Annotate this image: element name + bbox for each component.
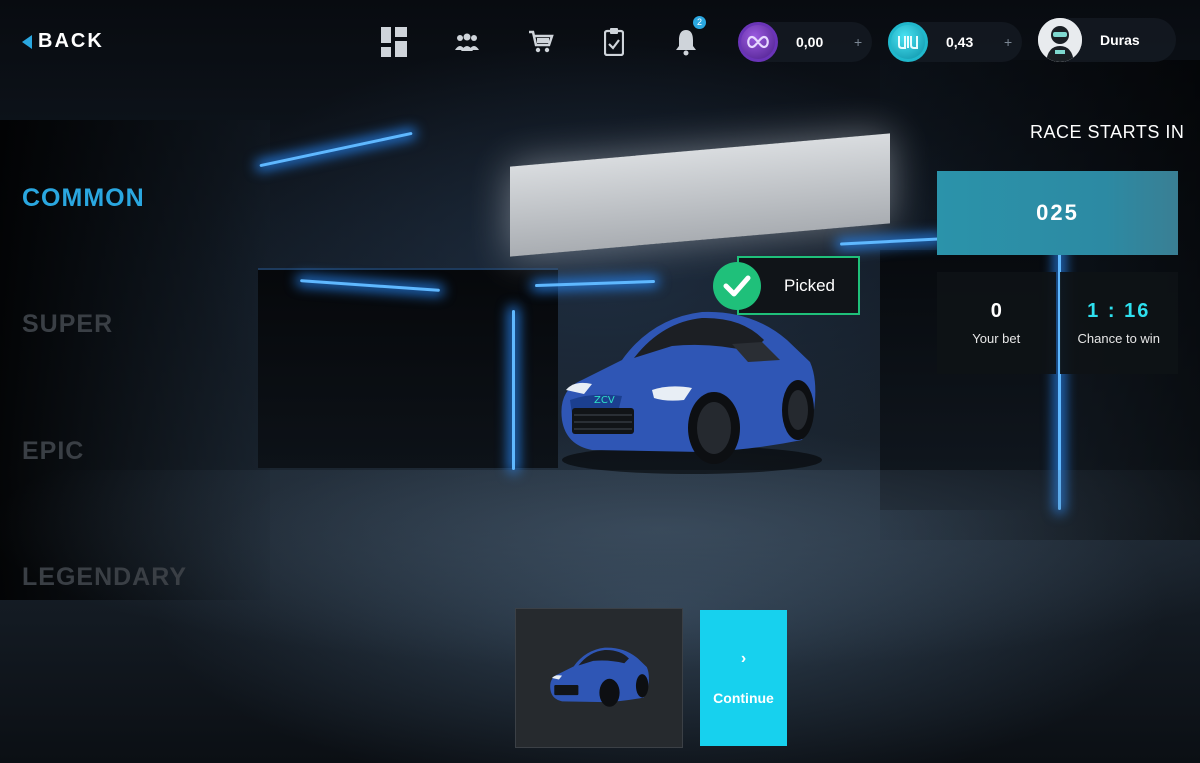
selected-car: ZCV [552, 300, 822, 480]
svg-text:ZCV: ZCV [594, 395, 615, 406]
neon-strip [259, 131, 413, 168]
bell-icon[interactable]: 2 [668, 16, 706, 60]
back-arrow-icon [22, 34, 32, 49]
continue-label: Continue [713, 690, 774, 706]
car-thumbnail[interactable] [515, 608, 683, 748]
dashboard-icon[interactable] [376, 24, 412, 60]
chance-value: 1 : 16 [1087, 300, 1151, 322]
race-countdown-box: 025 [937, 171, 1178, 255]
picked-label: Picked [783, 275, 836, 295]
your-bet-label: Your bet [972, 331, 1021, 346]
rarity-legendary[interactable]: LEGENDARY [22, 563, 187, 592]
your-bet-stat: 0 Your bet [937, 272, 1056, 374]
back-label: BACK [38, 30, 104, 52]
add-funds-button[interactable]: + [854, 34, 862, 50]
neon-strip [512, 310, 515, 470]
users-icon[interactable] [449, 24, 485, 60]
chevron-right-icon: › [740, 650, 747, 667]
avatar [1038, 18, 1082, 62]
rarity-common[interactable]: COMMON [22, 184, 145, 213]
wallet-amount: 0,43 [946, 34, 974, 50]
wallet-teal[interactable]: 0,43 + [888, 22, 1022, 62]
race-starts-title: RACE STARTS IN [1030, 122, 1185, 142]
continue-button[interactable]: › Continue [700, 610, 787, 746]
your-bet-value: 0 [990, 300, 1002, 322]
add-funds-button[interactable]: + [1004, 34, 1012, 50]
wallet-amount: 0,00 [796, 34, 824, 50]
cart-icon[interactable] [523, 24, 559, 60]
purple-coin-icon [738, 22, 778, 62]
user-name: Duras [1100, 32, 1140, 48]
teal-coin-icon [888, 22, 928, 62]
chance-stat: 1 : 16 Chance to win [1059, 272, 1178, 374]
chance-label: Chance to win [1077, 331, 1160, 346]
user-profile[interactable]: Duras [1038, 18, 1176, 62]
race-stats: 0 Your bet 1 : 16 Chance to win [937, 272, 1178, 374]
notification-badge: 2 [693, 16, 706, 29]
ceiling-light [510, 133, 890, 257]
back-button[interactable]: BACK [22, 30, 104, 53]
race-countdown: 025 [1036, 200, 1079, 225]
rarity-super[interactable]: SUPER [22, 310, 113, 339]
clipboard-icon[interactable] [596, 24, 632, 60]
wallet-purple[interactable]: 0,00 + [738, 22, 872, 62]
rarity-epic[interactable]: EPIC [22, 437, 84, 466]
